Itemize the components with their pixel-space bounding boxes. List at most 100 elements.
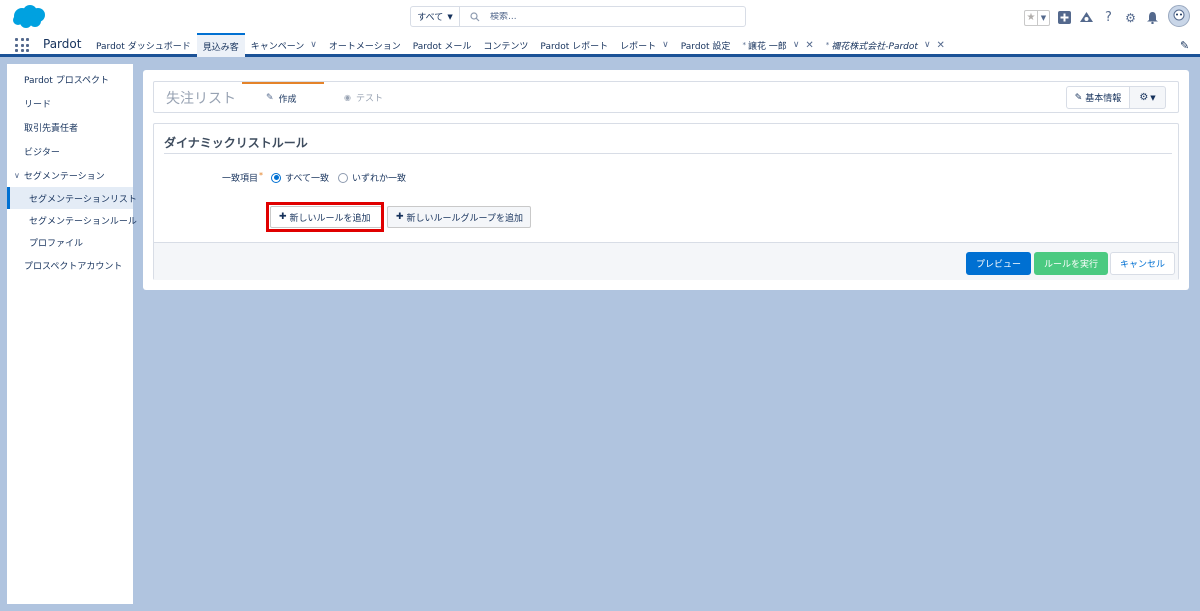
record-tab-marker-icon: * bbox=[742, 41, 746, 49]
app-launcher-icon[interactable] bbox=[15, 38, 29, 52]
caret-down-icon: ▼ bbox=[1150, 93, 1156, 102]
header-utility-icons: ★ ▼ ? ⚙ bbox=[1024, 5, 1190, 27]
app-name: Pardot bbox=[43, 37, 82, 51]
add-new-rule-button[interactable]: ✚ 新しいルールを追加 bbox=[270, 206, 382, 228]
chevron-down-icon[interactable]: ∨ bbox=[924, 40, 931, 50]
nav-tab-account-record[interactable]: * 禰花株式会社-Pardot ∨ ✕ bbox=[820, 33, 951, 57]
settings-gear-dropdown[interactable]: ⚙ ▼ bbox=[1130, 86, 1166, 109]
notification-bell-icon[interactable] bbox=[1145, 10, 1160, 25]
nav-item-label: コンテンツ bbox=[483, 41, 529, 52]
nav-item-label: Pardot 設定 bbox=[680, 41, 731, 52]
nav-item-campaigns[interactable]: キャンペーン ∨ bbox=[245, 33, 323, 57]
add-new-rule-group-label: 新しいルールグループを追加 bbox=[406, 213, 524, 224]
nav-item-label: オートメーション bbox=[328, 41, 401, 52]
tab-test-label: テスト bbox=[355, 93, 383, 104]
nav-item-pardot-email[interactable]: Pardot メール bbox=[407, 33, 478, 57]
cancel-button[interactable]: キャンセル bbox=[1110, 252, 1175, 275]
global-header: すべて ▼ ★ ▼ ? ⚙ bbox=[0, 0, 1200, 33]
global-search: すべて ▼ bbox=[410, 6, 746, 27]
radio-match-all-label: すべて一致 bbox=[285, 174, 330, 184]
sidebar-item-label: プロスペクトアカウント bbox=[24, 261, 123, 272]
run-rules-button[interactable]: ルールを実行 bbox=[1034, 252, 1108, 275]
tab-create[interactable]: ✎ 作成 bbox=[242, 82, 324, 112]
edit-nav-pencil-icon[interactable]: ✎ bbox=[1180, 39, 1189, 52]
sidebar-item-prospect-accounts[interactable]: プロスペクトアカウント bbox=[7, 253, 133, 277]
radio-button-selected[interactable] bbox=[271, 172, 281, 183]
nav-item-label: Pardot ダッシュボード bbox=[96, 41, 191, 52]
chevron-down-icon[interactable]: ∨ bbox=[662, 40, 669, 50]
nav-item-prospects[interactable]: 見込み客 bbox=[196, 33, 245, 57]
nav-item-label: 禰花株式会社-Pardot bbox=[831, 41, 918, 52]
nav-items: Pardot ダッシュボード 見込み客 キャンペーン ∨ オートメーション Par… bbox=[90, 33, 951, 57]
sidebar-item-segmentation-rules[interactable]: セグメンテーションルール bbox=[7, 209, 137, 231]
nav-item-pardot-reports[interactable]: Pardot レポート bbox=[534, 33, 614, 57]
sidebar-item-visitors[interactable]: ビジター bbox=[7, 139, 133, 163]
radio-match-all[interactable]: すべて一致 bbox=[271, 171, 329, 184]
basic-info-button[interactable]: ✎ 基本情報 bbox=[1066, 86, 1130, 109]
sidebar-item-label: セグメンテーション bbox=[23, 171, 105, 182]
radio-match-any[interactable]: いずれか一致 bbox=[338, 171, 406, 184]
user-avatar[interactable] bbox=[1168, 5, 1190, 27]
global-actions-icon[interactable] bbox=[1057, 10, 1072, 25]
chevron-down-icon: ∨ bbox=[14, 170, 20, 180]
page-title: 失注リスト bbox=[166, 91, 236, 107]
sidebar-item-profiles[interactable]: プロファイル bbox=[7, 231, 133, 253]
close-tab-icon[interactable]: ✕ bbox=[805, 40, 813, 51]
setup-gear-icon[interactable]: ⚙ bbox=[1123, 10, 1138, 25]
sidebar-item-label: セグメンテーションリスト bbox=[29, 194, 137, 205]
nav-item-label: Pardot レポート bbox=[540, 41, 609, 52]
add-new-rule-group-button[interactable]: ✚ 新しいルールグループを追加 bbox=[387, 206, 531, 228]
nav-item-label: 見込み客 bbox=[202, 42, 239, 53]
chevron-down-icon[interactable]: ∨ bbox=[310, 40, 317, 50]
dynamic-list-rules-section: ダイナミックリストルール 一致項目* すべて一致 いずれか一致 ✚ 新しいルール… bbox=[153, 123, 1179, 280]
sidebar-item-contacts[interactable]: 取引先責任者 bbox=[7, 115, 133, 139]
app-navigation-bar: Pardot Pardot ダッシュボード 見込み客 キャンペーン ∨ オートメー… bbox=[0, 33, 1200, 57]
chevron-down-icon[interactable]: ∨ bbox=[793, 40, 800, 50]
sidebar-item-label: プロファイル bbox=[29, 238, 84, 249]
add-new-rule-label: 新しいルールを追加 bbox=[289, 213, 371, 224]
star-icon[interactable]: ★ bbox=[1025, 11, 1037, 25]
radio-match-any-label: いずれか一致 bbox=[352, 174, 407, 184]
record-tab-marker-icon: * bbox=[825, 41, 830, 49]
nav-item-pardot-settings[interactable]: Pardot 設定 bbox=[675, 33, 737, 57]
salesforce-logo-icon[interactable] bbox=[11, 4, 47, 30]
nav-item-automation[interactable]: オートメーション bbox=[323, 33, 407, 57]
trailhead-icon[interactable] bbox=[1079, 10, 1094, 25]
nav-item-reports[interactable]: レポート ∨ bbox=[614, 33, 675, 57]
section-title: ダイナミックリストルール bbox=[164, 136, 308, 150]
close-tab-icon[interactable]: ✕ bbox=[937, 40, 945, 51]
sidebar-item-label: 取引先責任者 bbox=[24, 123, 79, 134]
sidebar-item-label: Pardot プロスペクト bbox=[24, 75, 110, 86]
test-icon: ◉ bbox=[344, 92, 351, 102]
search-input[interactable] bbox=[490, 11, 690, 22]
nav-item-content[interactable]: コンテンツ bbox=[477, 33, 534, 57]
favorites-button-group: ★ ▼ bbox=[1024, 9, 1050, 26]
gear-icon: ⚙ bbox=[1139, 92, 1149, 103]
sidebar-group-segmentation[interactable]: ∨ セグメンテーション bbox=[7, 163, 133, 187]
search-icon bbox=[470, 11, 480, 21]
tab-test[interactable]: ◉ テスト bbox=[344, 82, 383, 112]
preview-button[interactable]: プレビュー bbox=[966, 252, 1031, 275]
sidebar-item-leads[interactable]: リード bbox=[7, 91, 133, 115]
nav-item-pardot-dashboard[interactable]: Pardot ダッシュボード bbox=[90, 33, 197, 57]
help-icon[interactable]: ? bbox=[1101, 10, 1116, 25]
plus-icon: ✚ bbox=[396, 212, 404, 222]
nav-item-label: Pardot メール bbox=[412, 41, 472, 52]
radio-button[interactable] bbox=[338, 172, 349, 183]
edit-icon: ✎ bbox=[266, 93, 274, 103]
nav-tab-contact-record[interactable]: * 譲花 一郎 ∨ ✕ bbox=[736, 33, 819, 57]
match-radio-group: すべて一致 いずれか一致 bbox=[271, 171, 415, 184]
plus-icon: ✚ bbox=[279, 212, 287, 222]
sidebar-item-pardot-prospects[interactable]: Pardot プロスペクト bbox=[7, 67, 133, 91]
sidebar-item-label: リード bbox=[24, 99, 52, 110]
action-footer: プレビュー ルールを実行 キャンセル bbox=[154, 242, 1178, 280]
sidebar-item-label: セグメンテーションルール bbox=[29, 216, 137, 227]
search-scope-label: すべて bbox=[417, 13, 444, 23]
nav-item-label: キャンペーン bbox=[250, 41, 305, 52]
search-scope-dropdown[interactable]: すべて ▼ bbox=[411, 7, 460, 26]
list-builder-card: 失注リスト ✎ 作成 ◉ テスト ✎ 基本情報 ⚙ ▼ ダイナミックリストルール … bbox=[143, 70, 1189, 290]
favorites-dropdown-icon[interactable]: ▼ bbox=[1037, 10, 1049, 25]
basic-info-label: 基本情報 bbox=[1085, 94, 1122, 104]
sidebar-item-segmentation-lists[interactable]: セグメンテーションリスト bbox=[7, 187, 137, 209]
required-marker: * bbox=[259, 171, 264, 180]
